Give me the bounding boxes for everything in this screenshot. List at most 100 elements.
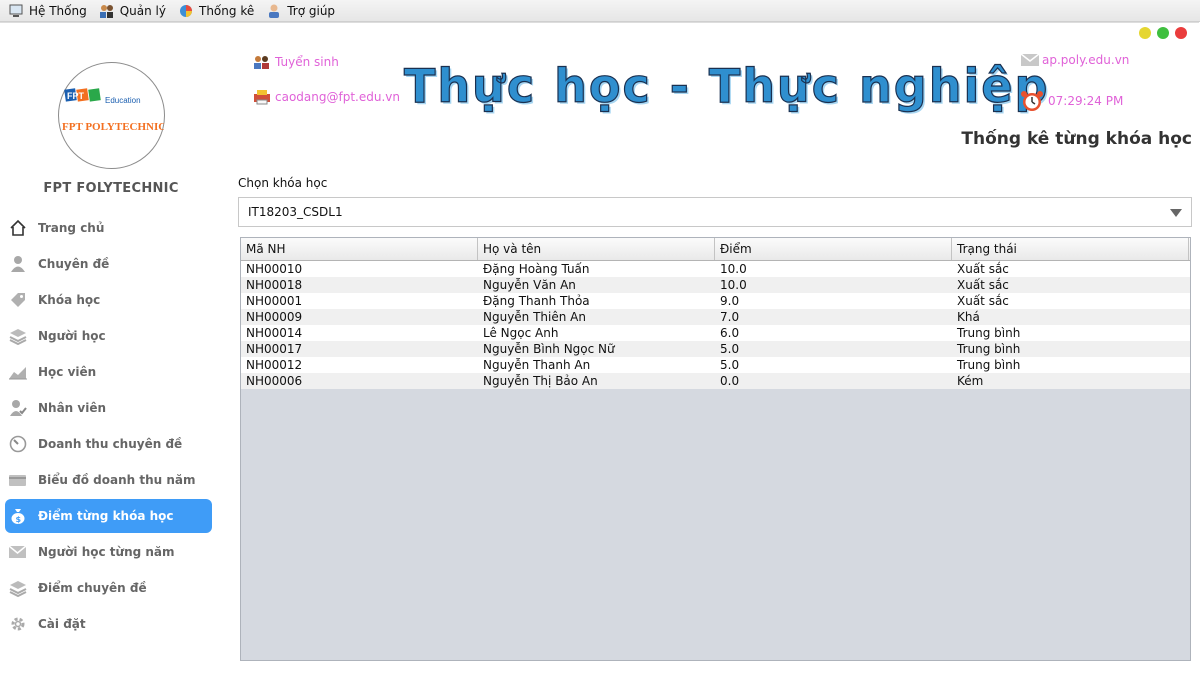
column-header-ho-va-ten[interactable]: Họ và tên: [478, 238, 715, 260]
cell-trang-thai: Kém: [957, 374, 984, 388]
slogan-banner: Thực học - Thực nghiệp: [403, 58, 1050, 113]
chevron-down-icon[interactable]: [1170, 209, 1182, 217]
cell-diem: 7.0: [720, 310, 740, 324]
cell-ho-va-ten: Nguyễn Văn An: [483, 278, 576, 292]
table-row[interactable]: NH00010 Đặng Hoàng Tuấn 10.0 Xuất sắc: [241, 261, 1190, 277]
column-header-trang-thai[interactable]: Trạng thái: [952, 238, 1189, 260]
minimize-button[interactable]: [1139, 27, 1151, 39]
gear-icon: [8, 614, 28, 634]
cell-ho-va-ten: Nguyễn Bình Ngọc Nữ: [483, 342, 615, 356]
card-icon: [8, 470, 28, 490]
management-icon: [99, 3, 115, 19]
people-icon: [253, 54, 271, 70]
sidebar-item-nguoi-hoc[interactable]: Người học: [5, 319, 212, 353]
cell-diem: 5.0: [720, 358, 740, 372]
admission-link[interactable]: Tuyển sinh: [253, 54, 339, 70]
help-icon: [266, 3, 282, 19]
cell-diem: 10.0: [720, 278, 747, 292]
menu-he-thong[interactable]: Hệ Thống: [0, 0, 91, 21]
sidebar-item-diem-chuyen-de[interactable]: Điểm chuyên đề: [5, 571, 212, 605]
scores-table: Mã NH Họ và tên Điểm Trạng thái NH00010 …: [240, 237, 1191, 661]
svg-text:$: $: [16, 515, 22, 524]
alarm-clock-icon: [1020, 90, 1044, 112]
email-link[interactable]: caodang@fpt.edu.vn: [253, 89, 400, 105]
column-header-ma-nh[interactable]: Mã NH: [241, 238, 478, 260]
mail-icon: [1020, 52, 1040, 68]
cell-trang-thai: Khá: [957, 310, 980, 324]
maximize-button[interactable]: [1157, 27, 1169, 39]
brand-name: FPT FOLYTECHNIC: [43, 181, 179, 196]
cell-diem: 0.0: [720, 374, 740, 388]
home-icon: [8, 218, 28, 238]
sidebar-item-khoa-hoc[interactable]: Khóa học: [5, 283, 212, 317]
gauge-icon: [8, 434, 28, 454]
svg-text:FPT POLYTECHNIC: FPT POLYTECHNIC: [62, 121, 164, 133]
course-select[interactable]: IT18203_CSDL1: [238, 197, 1192, 227]
table-row[interactable]: NH00009 Nguyễn Thiên An 7.0 Khá: [241, 309, 1190, 325]
tag-icon: [8, 290, 28, 310]
cell-ho-va-ten: Nguyễn Thanh An: [483, 358, 591, 372]
cell-ma-nh: NH00018: [246, 278, 303, 292]
cell-trang-thai: Xuất sắc: [957, 294, 1009, 308]
sidebar-item-chuyen-de[interactable]: Chuyên đề: [5, 247, 212, 281]
table-row[interactable]: NH00017 Nguyễn Bình Ngọc Nữ 5.0 Trung bì…: [241, 341, 1190, 357]
fpt-logo: FPT Education FPT POLYTECHNIC: [58, 62, 166, 169]
mail-icon: [8, 542, 28, 562]
user-icon: [8, 254, 28, 274]
sidebar-item-hoc-vien[interactable]: Học viên: [5, 355, 212, 389]
table-row[interactable]: NH00012 Nguyễn Thanh An 5.0 Trung bình: [241, 357, 1190, 373]
cell-ma-nh: NH00001: [246, 294, 303, 308]
cell-ma-nh: NH00012: [246, 358, 303, 372]
cell-diem: 9.0: [720, 294, 740, 308]
course-select-value: IT18203_CSDL1: [248, 205, 343, 219]
cell-ho-va-ten: Nguyễn Thị Bảo An: [483, 374, 598, 388]
cell-ma-nh: NH00017: [246, 342, 303, 356]
cell-ho-va-ten: Lê Ngọc Anh: [483, 326, 559, 340]
system-icon: [8, 3, 24, 19]
stack-icon: [8, 578, 28, 598]
table-body: NH00010 Đặng Hoàng Tuấn 10.0 Xuất sắc NH…: [241, 261, 1190, 389]
sidebar-item-cai-dat[interactable]: Cài đặt: [5, 607, 212, 641]
menu-tro-giup[interactable]: Trợ giúp: [258, 0, 339, 21]
table-row[interactable]: NH00014 Lê Ngọc Anh 6.0 Trung bình: [241, 325, 1190, 341]
cell-diem: 6.0: [720, 326, 740, 340]
cell-trang-thai: Xuất sắc: [957, 278, 1009, 292]
cell-diem: 10.0: [720, 262, 747, 276]
cell-ma-nh: NH00009: [246, 310, 303, 324]
table-row[interactable]: NH00018 Nguyễn Văn An 10.0 Xuất sắc: [241, 277, 1190, 293]
sidebar-item-diem-tung-khoa-hoc[interactable]: $ Điểm từng khóa học: [5, 499, 212, 533]
page-title: Thống kê từng khóa học: [961, 129, 1192, 149]
cell-ma-nh: NH00010: [246, 262, 303, 276]
svg-text:FPT: FPT: [67, 91, 85, 101]
sidebar-item-bieu-do-doanh-thu-nam[interactable]: Biểu đồ doanh thu năm: [5, 463, 212, 497]
menu-bar: Hệ Thống Quản lý Thống kê Trợ giúp: [0, 0, 1200, 22]
cell-ho-va-ten: Đặng Thanh Thỏa: [483, 294, 590, 308]
trend-chart-icon: [8, 362, 28, 382]
cell-ho-va-ten: Nguyễn Thiên An: [483, 310, 586, 324]
svg-text:Education: Education: [105, 96, 141, 105]
money-bag-icon: $: [8, 506, 28, 526]
cell-ma-nh: NH00014: [246, 326, 303, 340]
cell-trang-thai: Xuất sắc: [957, 262, 1009, 276]
sidebar-item-nguoi-hoc-tung-nam[interactable]: Người học từng năm: [5, 535, 212, 569]
cell-diem: 5.0: [720, 342, 740, 356]
sidebar-item-doanh-thu-chuyen-de[interactable]: Doanh thu chuyên đề: [5, 427, 212, 461]
sidebar-item-nhan-vien[interactable]: Nhân viên: [5, 391, 212, 425]
cell-trang-thai: Trung bình: [957, 342, 1021, 356]
table-header: Mã NH Họ và tên Điểm Trạng thái: [241, 238, 1190, 261]
close-button[interactable]: [1175, 27, 1187, 39]
website-link[interactable]: ap.poly.edu.vn: [1020, 52, 1129, 68]
cell-ma-nh: NH00006: [246, 374, 303, 388]
cell-trang-thai: Trung bình: [957, 358, 1021, 372]
cell-trang-thai: Trung bình: [957, 326, 1021, 340]
sidebar-item-trang-chu[interactable]: Trang chủ: [5, 211, 212, 245]
select-course-label: Chọn khóa học: [238, 176, 328, 190]
menu-thong-ke[interactable]: Thống kê: [170, 0, 258, 21]
clock: 07:29:24 PM: [1020, 90, 1123, 112]
menu-quan-ly[interactable]: Quản lý: [91, 0, 170, 21]
table-row[interactable]: NH00001 Đặng Thanh Thỏa 9.0 Xuất sắc: [241, 293, 1190, 309]
user-check-icon: [8, 398, 28, 418]
column-header-diem[interactable]: Điểm: [715, 238, 952, 260]
books-icon: [8, 326, 28, 346]
table-row[interactable]: NH00006 Nguyễn Thị Bảo An 0.0 Kém: [241, 373, 1190, 389]
